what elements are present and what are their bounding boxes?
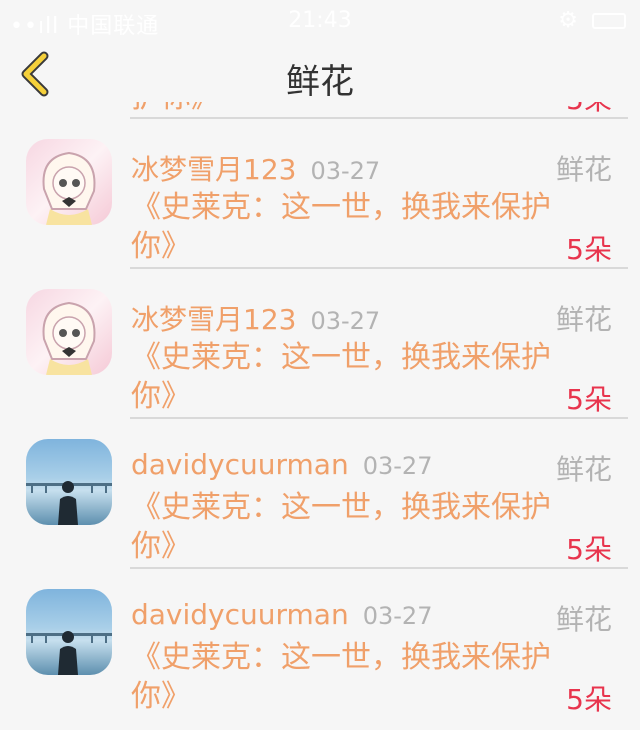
list-item[interactable]: 冰梦雪月123 03-27 鲜花 《史莱克：这一世，换我来保护你》 5朵 (0, 280, 640, 430)
gift-count: 5朵 (566, 233, 612, 266)
anime-girl-avatar-icon (42, 151, 96, 225)
gift-count: 5朵 (566, 533, 612, 566)
gift-type: 鲜花 (555, 303, 612, 336)
divider (130, 117, 628, 119)
gift-message[interactable]: 《史莱克：这一世，换我来保护你》 (131, 638, 551, 716)
record-date: 03-27 (310, 307, 381, 335)
gift-record-list[interactable]: 护你》 5朵 冰梦雪月12303-27 鲜花 《史莱克：这一世，换我来保护你》 … (0, 0, 640, 717)
avatar[interactable] (26, 289, 112, 375)
record-date: 03-27 (362, 452, 433, 480)
seaside-person-avatar-icon (26, 631, 112, 675)
record-date: 03-27 (362, 602, 433, 630)
navigation-bar: 鲜花 (0, 44, 640, 102)
username[interactable]: davidycuurman (131, 448, 349, 481)
gift-type: 鲜花 (555, 453, 612, 486)
gift-message[interactable]: 《史莱克：这一世，换我来保护你》 (131, 188, 551, 266)
page-title: 鲜花 (286, 62, 354, 102)
username[interactable]: 冰梦雪月123 (131, 303, 296, 336)
list-item[interactable]: 冰梦雪月123 03-27 鲜花 《史莱克：这一世，换我来保护你》 5朵 (0, 130, 640, 280)
gift-type: 鲜花 (555, 153, 612, 186)
gift-count: 5朵 (566, 383, 612, 416)
divider (130, 417, 628, 419)
record-date: 03-27 (310, 157, 381, 185)
anime-girl-avatar-icon (42, 301, 96, 375)
divider (130, 567, 628, 569)
username[interactable]: 冰梦雪月123 (131, 153, 296, 186)
avatar[interactable] (26, 589, 112, 675)
username[interactable]: davidycuurman (131, 598, 349, 631)
divider (130, 267, 628, 269)
avatar[interactable] (26, 139, 112, 225)
list-item[interactable]: davidycuurman 03-27 鲜花 《史莱克：这一世，换我来保护你》 5… (0, 580, 640, 730)
avatar[interactable] (26, 439, 112, 525)
seaside-person-avatar-icon (26, 481, 112, 525)
gift-type: 鲜花 (555, 603, 612, 636)
gift-message[interactable]: 《史莱克：这一世，换我来保护你》 (131, 488, 551, 566)
list-item[interactable]: davidycuurman 03-27 鲜花 《史莱克：这一世，换我来保护你》 5… (0, 430, 640, 580)
gift-count: 5朵 (566, 683, 612, 716)
gift-message[interactable]: 《史莱克：这一世，换我来保护你》 (131, 338, 551, 416)
